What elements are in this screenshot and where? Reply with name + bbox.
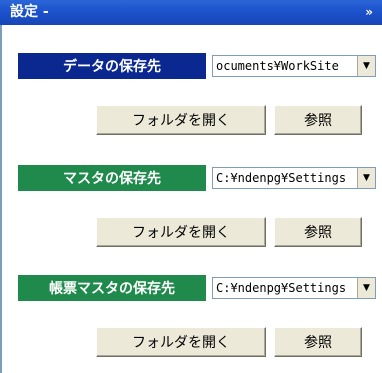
master-save-location-value: C:¥ndenpg¥Settings: [216, 171, 347, 185]
open-data-folder-button[interactable]: フォルダを開く: [96, 105, 266, 135]
dropdown-arrow-icon[interactable]: ▼: [357, 168, 375, 188]
form-master-save-location-combo[interactable]: C:¥ndenpg¥Settings ▼: [212, 277, 376, 299]
browse-master-folder-button[interactable]: 参照: [274, 217, 362, 247]
collapse-chevron-icon[interactable]: »: [365, 5, 373, 19]
open-master-folder-button[interactable]: フォルダを開く: [96, 217, 266, 247]
window-title: 設定 -: [10, 4, 49, 20]
dropdown-arrow-icon[interactable]: ▼: [357, 56, 375, 76]
open-form-master-folder-button[interactable]: フォルダを開く: [96, 327, 266, 357]
settings-panel: データの保存先 ocuments¥WorkSite ▼ フォルダを開く 参照 マ…: [0, 25, 382, 373]
dropdown-arrow-icon[interactable]: ▼: [357, 278, 375, 298]
data-save-location-label: データの保存先: [18, 53, 206, 79]
data-save-location-combo[interactable]: ocuments¥WorkSite ▼: [212, 55, 376, 77]
master-save-location-label: マスタの保存先: [18, 165, 206, 191]
browse-form-master-folder-button[interactable]: 参照: [274, 327, 362, 357]
master-save-location-combo[interactable]: C:¥ndenpg¥Settings ▼: [212, 167, 376, 189]
browse-data-folder-button[interactable]: 参照: [274, 105, 362, 135]
form-master-save-location-value: C:¥ndenpg¥Settings: [216, 281, 347, 295]
window-titlebar: 設定 - »: [0, 0, 382, 25]
form-master-save-location-label: 帳票マスタの保存先: [18, 275, 206, 301]
data-save-location-value: ocuments¥WorkSite: [216, 59, 339, 73]
